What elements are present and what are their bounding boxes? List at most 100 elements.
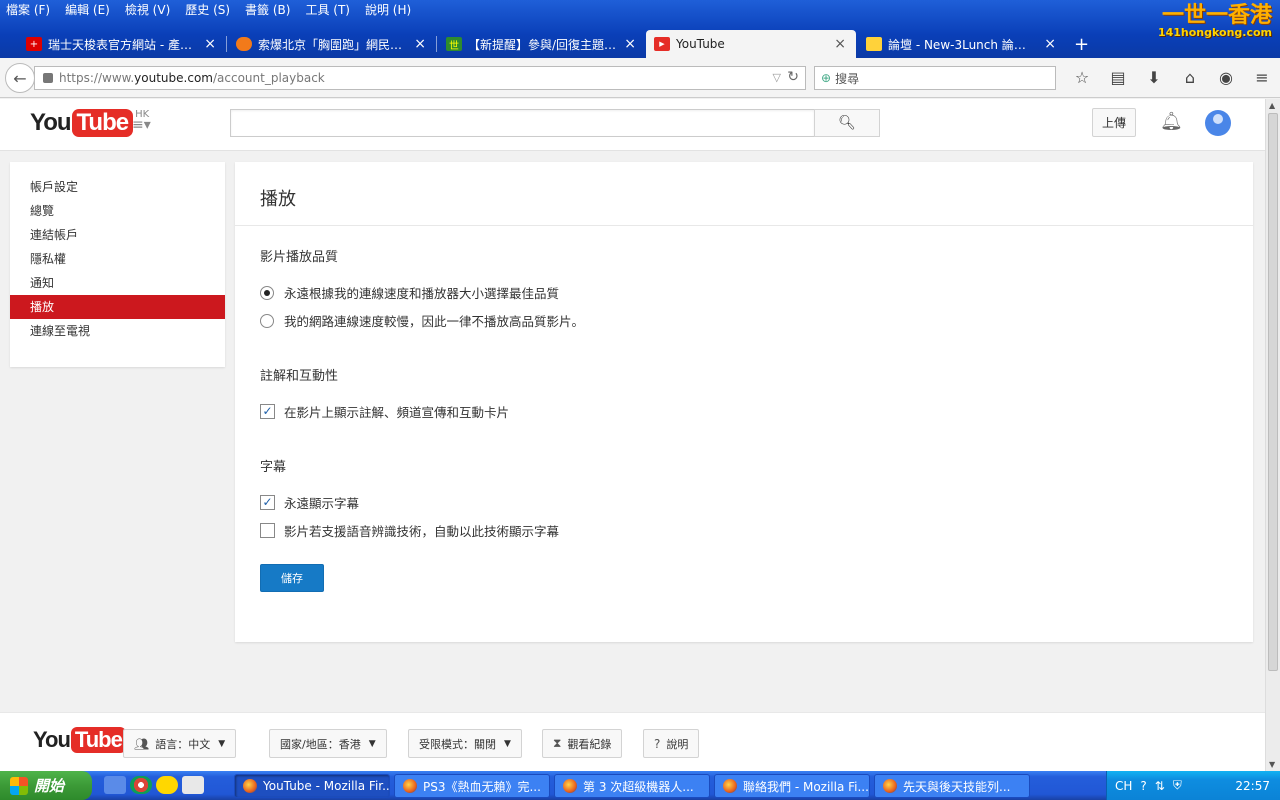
avatar[interactable] <box>1205 110 1231 136</box>
menu-view[interactable]: 檢視 (V) <box>125 1 170 18</box>
logo-you: You <box>33 727 71 752</box>
bookmark-star-icon[interactable]: ☆ <box>1064 68 1100 87</box>
hourglass-icon: ⧗ <box>553 736 562 750</box>
menu-edit[interactable]: 編輯 (E) <box>65 1 110 18</box>
restricted-label: 受限模式：關閉 <box>419 737 496 751</box>
menu-tools[interactable]: 工具 (T) <box>305 1 350 18</box>
tab-tissot[interactable]: + 瑞士天梭表官方網站 - 產… × <box>4 30 226 58</box>
reload-icon[interactable]: ↻ <box>787 69 799 85</box>
sidebar-item-overview[interactable]: 總覽 <box>10 199 225 223</box>
taskbar-window-youtube[interactable]: YouTube - Mozilla Fir... <box>234 774 390 798</box>
navigation-bar: https://www.youtube.com/account_playback… <box>0 58 1280 98</box>
history-button[interactable]: ⧗ 觀看紀錄 <box>542 729 623 758</box>
scroll-down-icon[interactable]: ▼ <box>1269 760 1275 769</box>
ime-indicator[interactable]: CH <box>1115 779 1132 793</box>
firefox-icon <box>243 779 257 793</box>
sidebar-item-connected-tv[interactable]: 連線至電視 <box>10 319 225 343</box>
page-scrollbar[interactable]: ▲ ▼ <box>1265 99 1280 771</box>
tab-label: 索爆北京「胸圍跑」網民… <box>258 37 403 52</box>
hamburger-menu-icon[interactable]: ≡ <box>1244 68 1280 87</box>
start-button[interactable]: 開始 <box>0 771 92 800</box>
sidebar-item-privacy[interactable]: 隱私權 <box>10 247 225 271</box>
tab-news[interactable]: 索爆北京「胸圍跑」網民… × <box>214 30 436 58</box>
radio-button-selected[interactable] <box>260 285 274 300</box>
checkbox-checked[interactable]: ✓ <box>260 495 275 510</box>
close-icon[interactable]: × <box>1044 36 1056 52</box>
url-bar[interactable]: https://www.youtube.com/account_playback… <box>34 66 806 90</box>
language-icon: 👥︎ <box>134 736 150 751</box>
app-icon[interactable] <box>182 776 204 794</box>
sidebar-item-notifications[interactable]: 通知 <box>10 271 225 295</box>
radio-button[interactable] <box>260 313 274 328</box>
windows-logo-icon <box>10 776 28 795</box>
scroll-up-icon[interactable]: ▲ <box>1269 101 1275 110</box>
app-icon[interactable] <box>156 776 178 794</box>
annotations-option-show[interactable]: ✓ 在影片上顯示註解、頻道宣傳和互動卡片 <box>260 402 509 421</box>
browser-search-input[interactable]: ⊕ 搜尋 <box>814 66 1056 90</box>
back-button[interactable]: ← <box>5 63 35 93</box>
sidebar-item-playback[interactable]: 播放 <box>10 295 225 319</box>
menu-help[interactable]: 說明 (H) <box>365 1 411 18</box>
tab-youtube[interactable]: ▶ YouTube × <box>646 30 856 58</box>
tab-new3lunch[interactable]: 論壇 - New-3Lunch 論壇 - P… × <box>844 30 1066 58</box>
network-icon[interactable]: ⇅ <box>1155 779 1165 793</box>
country-button[interactable]: 國家/地區：香港 ▼ <box>269 729 387 758</box>
quality-option-best[interactable]: 永遠根據我的連線速度和播放器大小選擇最佳品質 <box>260 283 559 302</box>
close-icon[interactable]: × <box>624 36 636 52</box>
footer-youtube-logo[interactable]: You Tube <box>33 727 126 753</box>
notification-bell-icon[interactable]: 🔔︎ <box>1160 111 1183 132</box>
chat-icon[interactable]: ◉ <box>1208 68 1244 87</box>
taskbar-window-skills[interactable]: 先天與後天技能列... <box>874 774 1030 798</box>
lock-icon <box>43 73 53 83</box>
captions-option-always[interactable]: ✓ 永遠顯示字幕 <box>260 493 359 512</box>
tab-forum-reply[interactable]: 世 【新提醒】參與/回復主題 … × <box>424 30 646 58</box>
logo-you: You <box>30 109 72 136</box>
guide-menu-icon[interactable]: ≡▾ <box>132 117 151 133</box>
checkbox-checked[interactable]: ✓ <box>260 404 275 419</box>
chrome-icon[interactable] <box>130 776 152 794</box>
url-dropdown-icon[interactable]: ▽ <box>773 71 781 84</box>
menu-file[interactable]: 檔案 (F) <box>6 1 50 18</box>
checkbox[interactable] <box>260 523 275 538</box>
logo-tube: Tube <box>70 727 126 753</box>
url-prefix: https://www. <box>59 71 135 85</box>
country-label: 國家/地區：香港 <box>280 737 361 751</box>
captions-option-auto[interactable]: 影片若支援語音辨識技術，自動以此技術顯示字幕 <box>260 521 559 540</box>
help-icon[interactable]: ? <box>1140 779 1146 793</box>
youtube-search-input[interactable] <box>230 109 815 137</box>
chevron-down-icon: ▼ <box>504 738 511 749</box>
youtube-search-button[interactable]: 🔍︎ <box>814 109 880 137</box>
window-label: 第 3 次超級機器人... <box>583 779 694 794</box>
desktop-icon[interactable] <box>104 776 126 794</box>
menu-bookmarks[interactable]: 書籤 (B) <box>245 1 290 18</box>
playback-settings-panel: 播放 影片播放品質 永遠根據我的連線速度和播放器大小選擇最佳品質 我的網路連線速… <box>235 162 1253 642</box>
history-label: 觀看紀錄 <box>567 737 612 751</box>
sidebar-item-account-settings[interactable]: 帳戶設定 <box>10 175 225 199</box>
taskbar-window-contact[interactable]: 聯絡我們 - Mozilla Fi... <box>714 774 870 798</box>
language-button[interactable]: 👥︎ 語言：中文 ▼ <box>123 729 237 758</box>
quality-option-slow-connection[interactable]: 我的網路連線速度較慢，因此一律不播放高品質影片。 <box>260 311 584 330</box>
scrollbar-thumb[interactable] <box>1268 113 1278 671</box>
taskbar-window-ps3[interactable]: PS3《熱血无賴》完... <box>394 774 550 798</box>
back-arrow-icon: ← <box>13 68 27 88</box>
taskbar-window-robot[interactable]: 第 3 次超級機器人... <box>554 774 710 798</box>
upload-button[interactable]: 上傳 <box>1092 108 1136 137</box>
quick-launch <box>104 776 208 794</box>
section-video-quality: 影片播放品質 <box>260 250 339 265</box>
browser-toolbar-icons: ☆ ▤ ⬇ ⌂ ◉ ≡ <box>1064 68 1280 87</box>
save-button[interactable]: 儲存 <box>260 564 324 592</box>
help-button[interactable]: ? 說明 <box>643 729 700 758</box>
option-label: 影片若支援語音辨識技術，自動以此技術顯示字幕 <box>284 524 560 539</box>
reading-list-icon[interactable]: ▤ <box>1100 68 1136 87</box>
shield-icon[interactable]: ⛨ <box>1173 778 1182 793</box>
logo-tube: Tube <box>71 109 134 137</box>
download-icon[interactable]: ⬇ <box>1136 68 1172 87</box>
window-label: 聯絡我們 - Mozilla Fi... <box>743 779 869 794</box>
home-icon[interactable]: ⌂ <box>1172 68 1208 87</box>
help-label: 說明 <box>666 737 689 751</box>
new-tab-button[interactable]: + <box>1074 34 1089 55</box>
sidebar-item-connected-accounts[interactable]: 連結帳戶 <box>10 223 225 247</box>
restricted-mode-button[interactable]: 受限模式：關閉 ▼ <box>408 729 522 758</box>
option-label: 我的網路連線速度較慢，因此一律不播放高品質影片。 <box>284 314 585 329</box>
menu-history[interactable]: 歷史 (S) <box>185 1 230 18</box>
